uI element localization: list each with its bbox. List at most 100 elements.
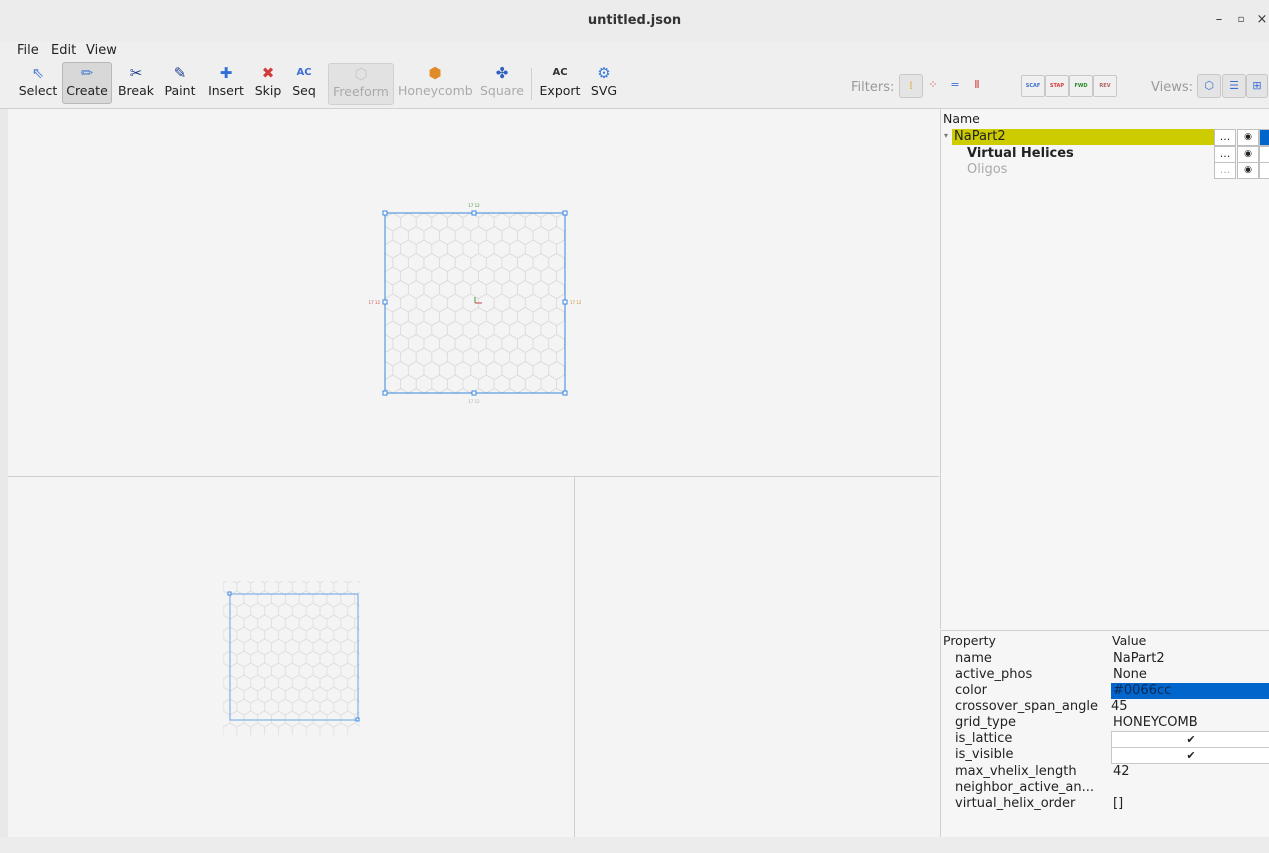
property-value[interactable]: 45 (1111, 699, 1128, 715)
property-key: name (955, 651, 992, 666)
property-value[interactable]: 42 (1113, 764, 1130, 780)
resize-handle[interactable] (382, 299, 388, 305)
tool-label: Insert (208, 83, 244, 98)
tree-row-virtual-helices[interactable]: Virtual Helices ... ◉ (941, 146, 1269, 163)
filters-label: Filters: (851, 80, 895, 95)
tool-select[interactable]: ⇖ Select (16, 63, 60, 103)
maximize-button[interactable]: ▫ (1233, 12, 1249, 28)
tool-label: Export (539, 83, 581, 98)
color-swatch[interactable] (1259, 162, 1269, 179)
tree-row-oligos[interactable]: Oligos ... ◉ (941, 162, 1269, 179)
filter-strand-icon[interactable]: ⁞ (899, 74, 923, 98)
visibility-eye-icon[interactable]: ◉ (1237, 129, 1259, 146)
resize-handle[interactable] (562, 390, 568, 396)
resize-handle[interactable] (382, 390, 388, 396)
property-key: active_phos (955, 667, 1033, 682)
filter-xover-icon[interactable]: = (944, 74, 966, 96)
property-key: neighbor_active_an... (955, 780, 1095, 795)
tool-break[interactable]: ✂ Break (116, 63, 156, 103)
tool-label: Paint (164, 83, 196, 98)
tool-export[interactable]: AC Export (538, 63, 582, 103)
resize-handle[interactable] (562, 210, 568, 216)
filter-endpoint-icon[interactable]: ⁘ (922, 74, 944, 96)
visibility-eye-icon[interactable]: ◉ (1237, 146, 1259, 163)
property-row[interactable]: active_phos None (941, 667, 1269, 683)
resize-handle[interactable] (471, 390, 477, 396)
menu-edit[interactable]: Edit (51, 43, 76, 58)
property-editor: Property Value name NaPart2 active_phos … (940, 630, 1269, 838)
property-row[interactable]: grid_type HONEYCOMB (941, 715, 1269, 731)
property-row[interactable]: is_lattice ✔ (941, 731, 1269, 748)
resize-handle[interactable] (471, 210, 477, 216)
tool-honeycomb[interactable]: ⬢ Honeycomb (398, 63, 473, 103)
view-grid-icon[interactable]: ⊞ (1246, 74, 1268, 98)
part-color-swatch[interactable] (1259, 129, 1269, 146)
pencil-icon: ✏ (80, 64, 94, 82)
tool-seq[interactable]: AC Seq (288, 63, 320, 103)
resize-handle[interactable] (382, 210, 388, 216)
tool-paint[interactable]: ✎ Paint (160, 63, 200, 103)
dimension-label-left: 17 12 (369, 300, 381, 305)
filter-fwd-button[interactable]: FWD (1069, 75, 1093, 97)
color-value-swatch[interactable]: #0066cc (1111, 683, 1269, 699)
virtual-helices-options-button[interactable]: ... (1214, 146, 1236, 163)
property-row[interactable]: crossover_span_angle 45 (941, 699, 1269, 715)
filter-virtual-helix-icon[interactable]: Ⅱ (966, 74, 988, 96)
tool-svg[interactable]: ⚙ SVG (586, 63, 622, 103)
outliner-panel: Name ▾ NaPart2 ... ◉ Virtual Helices ...… (940, 109, 1269, 629)
visibility-eye-icon[interactable]: ◉ (1237, 162, 1259, 179)
property-key: is_visible (955, 747, 1014, 762)
property-row[interactable]: neighbor_active_an... (941, 780, 1269, 796)
scissors-icon: ✂ (129, 64, 143, 82)
property-row[interactable]: max_vhelix_length 42 (941, 764, 1269, 780)
tree-row-part[interactable]: ▾ NaPart2 ... ◉ (941, 129, 1269, 146)
property-row[interactable]: color #0066cc (941, 683, 1269, 699)
property-row[interactable]: is_visible ✔ (941, 747, 1269, 764)
property-value[interactable]: HONEYCOMB (1113, 715, 1198, 731)
color-swatch[interactable] (1259, 146, 1269, 163)
square-lattice-icon: ✤ (495, 64, 509, 82)
property-key: grid_type (955, 715, 1017, 730)
freeform-grid-icon: ⬡ (354, 65, 368, 83)
filter-scaf-button[interactable]: SCAF (1021, 75, 1045, 97)
dimension-label-bottom: 17 12 (468, 399, 480, 404)
sequence-icon: AC (296, 67, 312, 78)
tool-freeform[interactable]: ⬡ Freeform (328, 63, 394, 105)
tool-label: Skip (254, 83, 282, 98)
slice-view[interactable]: 17 12 17 12 17 12 17 12 (8, 109, 939, 477)
part-options-button[interactable]: ... (1214, 129, 1236, 146)
tool-label: Break (117, 83, 155, 98)
resize-handle[interactable] (227, 591, 232, 596)
filter-rev-button[interactable]: REV (1093, 75, 1117, 97)
minimize-button[interactable]: – (1211, 12, 1227, 28)
tool-label: SVG (590, 83, 618, 98)
property-value[interactable]: NaPart2 (1113, 651, 1165, 667)
tool-square[interactable]: ✤ Square (478, 63, 526, 103)
tree-item-name: NaPart2 (954, 129, 1006, 144)
resize-handle[interactable] (562, 299, 568, 305)
tool-insert[interactable]: ✚ Insert (204, 63, 248, 103)
resize-handle[interactable] (355, 717, 360, 722)
grid-view[interactable] (8, 477, 575, 837)
property-value[interactable]: [] (1113, 796, 1123, 812)
menu-view[interactable]: View (86, 43, 117, 58)
expand-arrow-icon[interactable]: ▾ (944, 131, 948, 140)
is-lattice-checkbox[interactable]: ✔ (1111, 731, 1269, 748)
tool-create[interactable]: ✏ Create (62, 62, 112, 104)
tool-skip[interactable]: ✖ Skip (252, 63, 284, 103)
menu-bar: File Edit View (0, 42, 1269, 60)
property-row[interactable]: name NaPart2 (941, 651, 1269, 667)
menu-file[interactable]: File (17, 43, 39, 58)
view-slice-icon[interactable]: ⬡ (1197, 74, 1221, 98)
is-visible-checkbox[interactable]: ✔ (1111, 747, 1269, 764)
property-row[interactable]: virtual_helix_order [] (941, 796, 1269, 812)
filter-stap-button[interactable]: STAP (1045, 75, 1069, 97)
oligos-options-button[interactable]: ... (1214, 162, 1236, 179)
title-bar: untitled.json – ▫ × (0, 0, 1269, 43)
close-button[interactable]: × (1254, 12, 1269, 28)
slice-view-canvas[interactable]: 17 12 17 12 17 12 17 12 (8, 109, 939, 476)
path-view[interactable] (575, 477, 939, 837)
property-value[interactable]: None (1113, 667, 1147, 683)
grid-view-canvas[interactable] (8, 477, 574, 837)
view-path-icon[interactable]: ☰ (1222, 74, 1246, 98)
